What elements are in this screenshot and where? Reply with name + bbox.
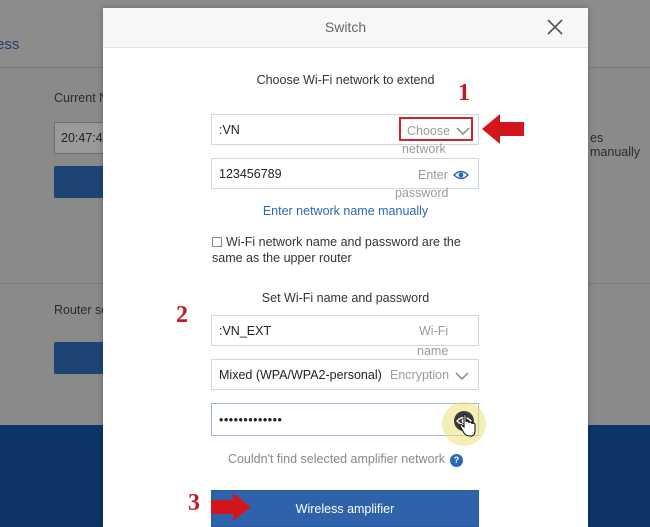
same-as-upper-router-checkbox[interactable]: [212, 237, 222, 247]
help-icon[interactable]: ?: [450, 454, 464, 467]
password-field-hint: Enter: [418, 168, 448, 182]
background-page-title: ess: [0, 36, 20, 53]
encryption-select-value: Mixed (WPA/WPA2-personal): [219, 368, 382, 382]
same-as-upper-router-row[interactable]: Wi-Fi network name and password are the …: [212, 234, 482, 266]
step-3-arrow-icon: [211, 493, 251, 521]
wifi-name-value: :VN_EXT: [219, 324, 272, 338]
background-router-label: Router se: [54, 303, 109, 317]
wifi-name-hint-2: name: [417, 344, 449, 358]
background-time-value: 20:47:4: [61, 131, 103, 145]
step-2-number: 2: [176, 302, 188, 328]
section-extend-title: Choose Wi-Fi network to extend: [256, 73, 435, 87]
step-3-number: 3: [188, 490, 200, 516]
wifi-password-field[interactable]: •••••••••••••: [211, 403, 479, 436]
step-1-arrow-icon: [482, 114, 524, 144]
dialog-header: Switch: [103, 8, 588, 48]
hand-cursor-icon: [459, 414, 476, 437]
not-found-message: Couldn't find selected amplifier network…: [103, 452, 588, 467]
background-right-text: es manually: [590, 131, 641, 159]
switch-dialog: Switch Choose Wi-Fi network to extend :V…: [103, 8, 588, 527]
wifi-name-field[interactable]: :VN_EXT Wi-Fi: [211, 315, 479, 346]
password-field[interactable]: 123456789 Enter: [211, 158, 479, 189]
eye-icon[interactable]: [453, 169, 469, 181]
close-icon[interactable]: [544, 16, 566, 38]
chevron-down-icon[interactable]: [455, 372, 469, 381]
password-field-value: 123456789: [219, 167, 282, 181]
network-select-value: :VN: [219, 123, 240, 137]
choose-highlight-box: [399, 117, 473, 141]
enter-network-manually-link[interactable]: Enter network name manually: [103, 204, 588, 218]
network-select-hint-2: network: [402, 142, 446, 156]
dialog-title: Switch: [324, 19, 367, 35]
background-button-1: [54, 166, 104, 198]
encryption-select-hint: Encryption: [390, 368, 450, 382]
not-found-text: Couldn't find selected amplifier network: [227, 452, 446, 466]
background-time-field: 20:47:4: [54, 122, 104, 154]
wifi-password-value: •••••••••••••: [219, 413, 283, 427]
wifi-name-hint: Wi-Fi: [419, 324, 449, 338]
encryption-select[interactable]: Mixed (WPA/WPA2-personal) Encryption: [211, 359, 479, 390]
password-field-hint-2: password: [395, 186, 449, 200]
same-as-upper-router-label: Wi-Fi network name and password are the …: [212, 235, 461, 265]
background-button-2: [54, 342, 104, 374]
background-current-label: Current N: [54, 91, 109, 105]
step-1-number: 1: [458, 80, 470, 106]
